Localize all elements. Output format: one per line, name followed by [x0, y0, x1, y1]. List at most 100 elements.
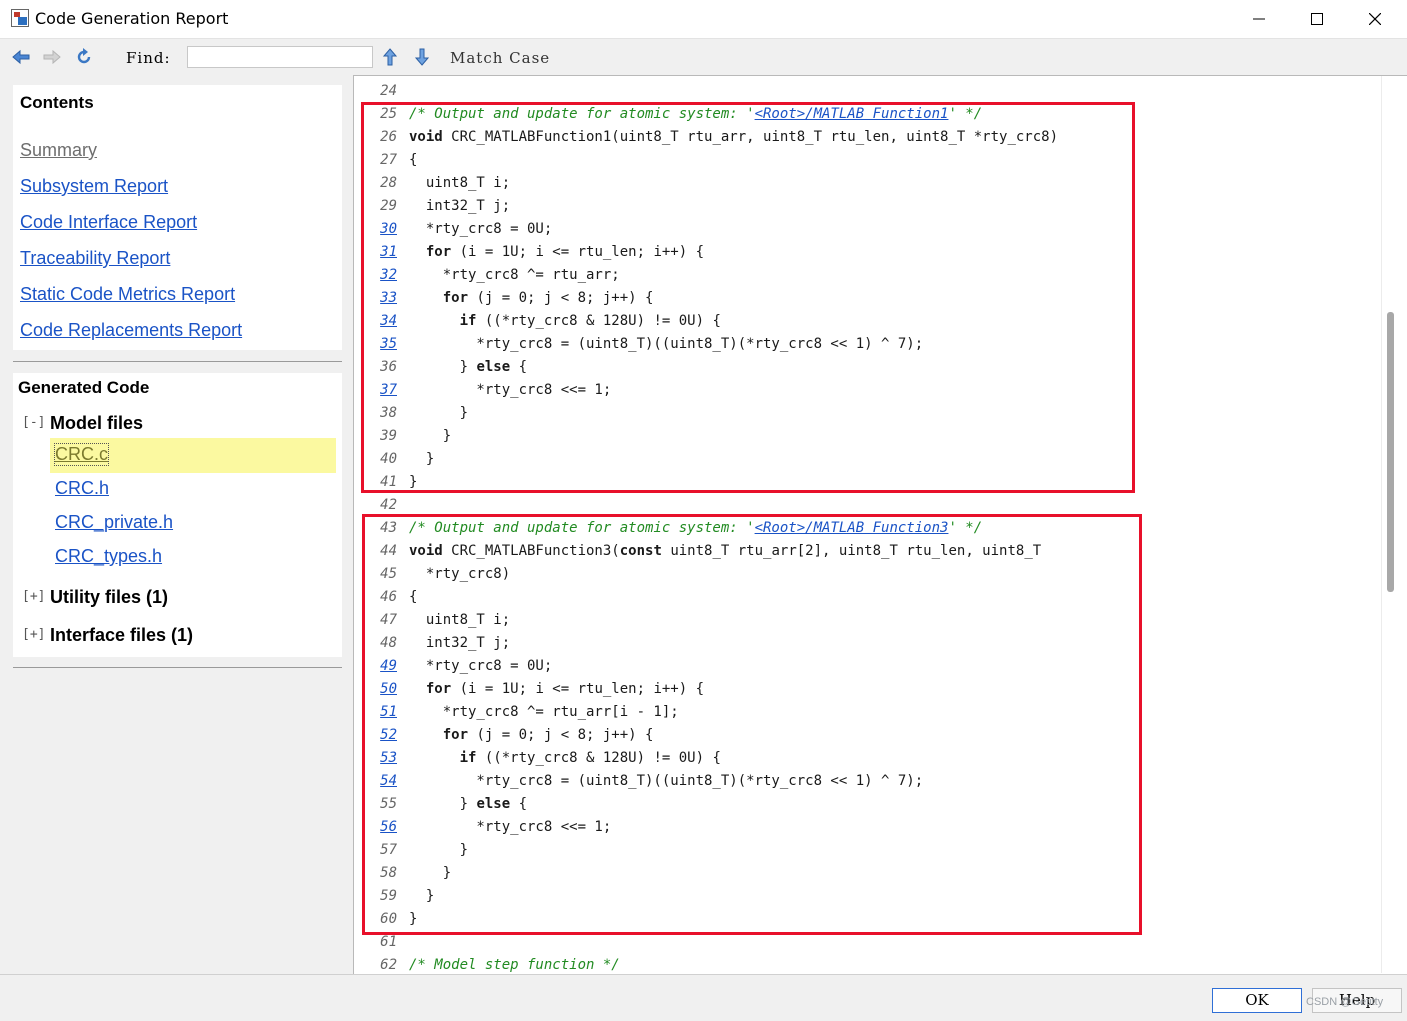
keyword: void: [409, 129, 443, 145]
code-text: uint8_T i;: [409, 172, 510, 195]
code-segment: *rty_crc8): [409, 566, 511, 582]
file-link-crc-types-h[interactable]: CRC_types.h: [55, 546, 162, 567]
code-text: void CRC_MATLABFunction3(const uint8_T r…: [409, 540, 1041, 563]
line-number: 41: [380, 474, 397, 490]
comment: /* Output and update for atomic system: …: [409, 106, 755, 122]
line-number: 24: [380, 83, 397, 99]
line-number: 27: [380, 152, 397, 168]
code-view[interactable]: 24 25 /* Output and update for atomic syst…: [353, 75, 1407, 974]
line-number: 57: [380, 842, 397, 858]
line-number: 26: [380, 129, 397, 145]
summary-link[interactable]: Summary: [20, 140, 97, 161]
watermark: CSDN @Getitty: [1306, 996, 1384, 1008]
code-segment: CRC_MATLABFunction3(: [442, 543, 620, 559]
arrow-up-icon[interactable]: [380, 47, 400, 67]
button-bar: [0, 974, 1407, 1021]
find-input[interactable]: [187, 46, 373, 68]
line-number: 59: [380, 888, 397, 904]
utility-files-expand-toggle[interactable]: [+]: [22, 589, 45, 604]
close-icon: [1369, 13, 1381, 25]
model-files-label[interactable]: Model files: [50, 413, 143, 434]
arrow-right-icon[interactable]: [42, 47, 62, 67]
keyword: for: [442, 290, 469, 306]
static-code-metrics-report-link[interactable]: Static Code Metrics Report: [20, 284, 235, 305]
code-text: uint8_T i;: [409, 609, 510, 632]
close-button[interactable]: [1346, 0, 1404, 38]
code-segment: }: [409, 359, 477, 375]
code-text: void CRC_MATLABFunction1(uint8_T rtu_arr…: [409, 126, 1058, 149]
line-number-link[interactable]: 50: [373, 678, 397, 701]
code-text: for (j = 0; j < 8; j++) {: [409, 724, 654, 747]
code-segment: }: [409, 911, 418, 927]
line-number: 55: [380, 796, 397, 812]
traceability-report-link[interactable]: Traceability Report: [20, 248, 170, 269]
code-text: } else {: [409, 793, 527, 816]
match-case-toggle[interactable]: Match Case: [450, 49, 550, 67]
code-text: if ((*rty_crc8 & 128U) != 0U) {: [409, 310, 721, 333]
line-number-link[interactable]: 35: [373, 333, 397, 356]
line-number-link[interactable]: 52: [373, 724, 397, 747]
maximize-button[interactable]: [1288, 0, 1346, 38]
ok-button[interactable]: OK: [1212, 988, 1302, 1013]
code-segment: {: [510, 359, 528, 375]
code-segment: }: [409, 865, 452, 881]
interface-files-label[interactable]: Interface files (1): [50, 625, 193, 646]
arrow-left-icon[interactable]: [11, 47, 31, 67]
file-link-crc-c[interactable]: CRC.c: [54, 443, 109, 466]
code-segment: }: [409, 796, 477, 812]
code-text: }: [409, 425, 451, 448]
code-text: /* Output and update for atomic system: …: [409, 517, 982, 540]
code-text: }: [409, 862, 451, 885]
model-files-collapse-toggle[interactable]: [-]: [22, 415, 45, 430]
code-segment: *rty_crc8 <<= 1;: [409, 819, 612, 835]
code-segment: {: [409, 152, 418, 168]
line-number-link[interactable]: 53: [373, 747, 397, 770]
block-link[interactable]: <Root>/MATLAB Function1: [755, 106, 949, 122]
arrow-down-icon[interactable]: [412, 47, 432, 67]
minimize-button[interactable]: [1230, 0, 1288, 38]
line-number: 46: [380, 589, 397, 605]
line-number: 48: [380, 635, 397, 651]
refresh-icon[interactable]: [74, 47, 94, 67]
code-segment: *rty_crc8 = (uint8_T)((uint8_T)(*rty_crc…: [409, 773, 924, 789]
code-segment: }: [409, 428, 452, 444]
line-number-link[interactable]: 56: [373, 816, 397, 839]
interface-files-expand-toggle[interactable]: [+]: [22, 627, 45, 642]
code-segment: *rty_crc8 = (uint8_T)((uint8_T)(*rty_crc…: [409, 336, 924, 352]
code-text: }: [409, 885, 434, 908]
line-number: 40: [380, 451, 397, 467]
code-replacements-report-link[interactable]: Code Replacements Report: [20, 320, 242, 341]
line-number-link[interactable]: 51: [373, 701, 397, 724]
matlab-report-icon: [11, 9, 29, 27]
line-number-link[interactable]: 33: [373, 287, 397, 310]
keyword: if: [459, 750, 477, 766]
line-number-link[interactable]: 31: [373, 241, 397, 264]
keyword: for: [425, 244, 452, 260]
block-link[interactable]: <Root>/MATLAB Function3: [755, 520, 949, 536]
file-link-crc-private-h[interactable]: CRC_private.h: [55, 512, 173, 533]
line-number-link[interactable]: 34: [373, 310, 397, 333]
code-segment: *rty_crc8 ^= rtu_arr;: [409, 267, 620, 283]
line-number: 61: [380, 934, 397, 950]
code-segment: (j = 0; j < 8; j++) {: [468, 727, 654, 743]
code-text: *rty_crc8 <<= 1;: [409, 816, 611, 839]
line-number: 47: [380, 612, 397, 628]
code-segment: ((*rty_crc8 & 128U) != 0U) {: [476, 750, 721, 766]
keyword: else: [476, 359, 511, 375]
code-text: for (i = 1U; i <= rtu_len; i++) {: [409, 678, 704, 701]
subsystem-report-link[interactable]: Subsystem Report: [20, 176, 168, 197]
line-number-link[interactable]: 37: [373, 379, 397, 402]
code-text: }: [409, 448, 434, 471]
file-link-crc-h[interactable]: CRC.h: [55, 478, 109, 499]
line-number-link[interactable]: 30: [373, 218, 397, 241]
utility-files-label[interactable]: Utility files (1): [50, 587, 168, 608]
line-number-link[interactable]: 54: [373, 770, 397, 793]
code-segment: ((*rty_crc8 & 128U) != 0U) {: [476, 313, 721, 329]
code-text: {: [409, 149, 417, 172]
scrollbar-thumb[interactable]: [1387, 312, 1394, 592]
code-interface-report-link[interactable]: Code Interface Report: [20, 212, 197, 233]
line-number-link[interactable]: 32: [373, 264, 397, 287]
keyword: void: [409, 543, 443, 559]
line-number-link[interactable]: 49: [373, 655, 397, 678]
